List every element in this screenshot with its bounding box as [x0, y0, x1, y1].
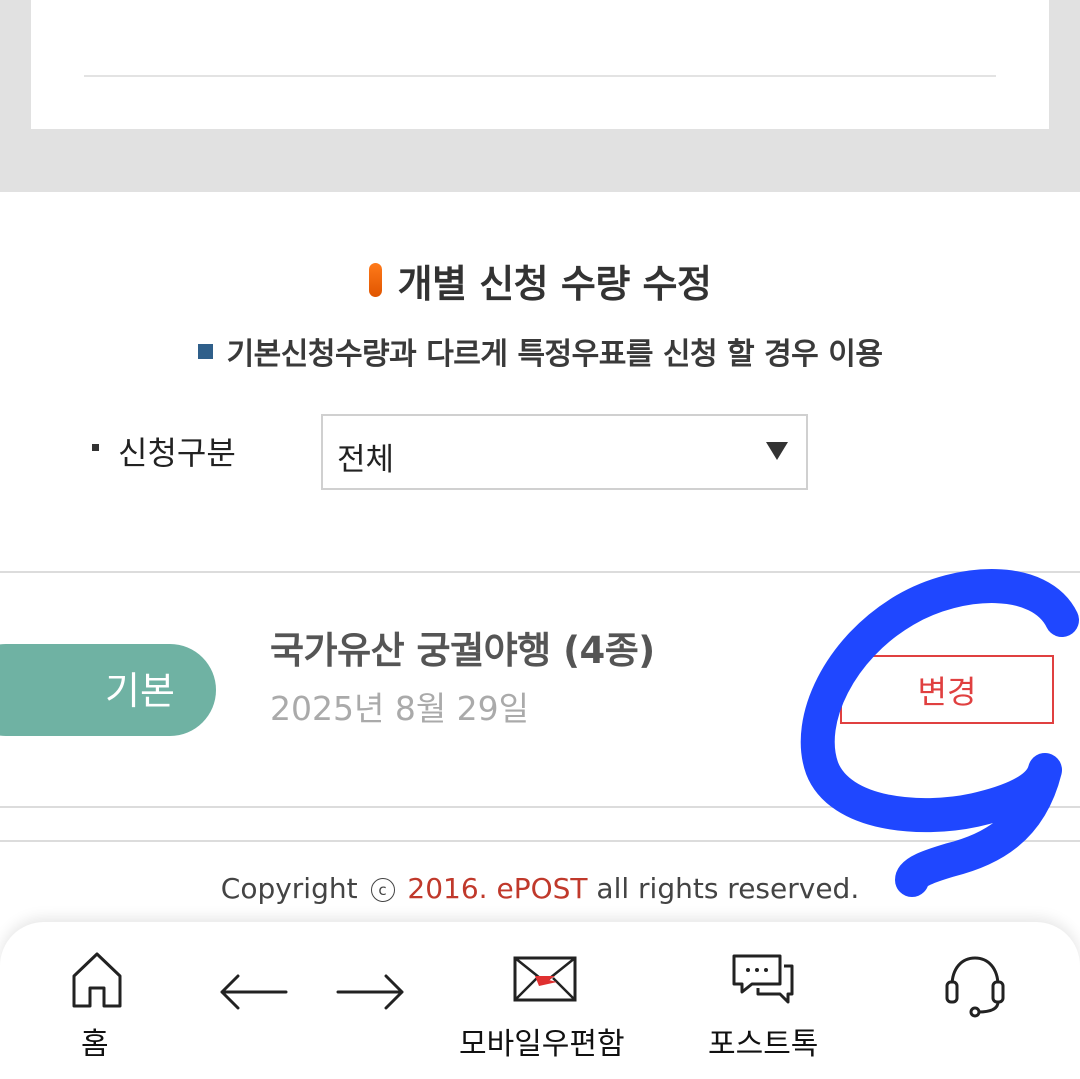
section-note: 기본신청수량과 다르게 특정우표를 신청 할 경우 이용 [0, 328, 1080, 374]
top-card [31, 0, 1049, 129]
headset-icon [945, 956, 1005, 1018]
nav-back[interactable] [212, 962, 292, 1022]
stamp-title: 국가유산 궁궐야행 (4종) [270, 629, 655, 672]
title-marker [368, 263, 382, 297]
dropdown-arrow-icon [766, 442, 788, 460]
back-arrow-icon [220, 974, 288, 1010]
note-bullet [197, 343, 213, 359]
issue-date: 2025년 8월 29일 [270, 689, 530, 728]
bottom-navigation: 홈 모바일우편함 포스트톡 [0, 922, 1080, 1079]
divider [0, 571, 1080, 573]
forward-arrow-icon [336, 974, 404, 1010]
request-type-select[interactable]: 전체 [321, 414, 808, 490]
select-value: 전체 [337, 442, 395, 478]
chat-icon [732, 954, 794, 1004]
nav-support[interactable] [930, 942, 1020, 1032]
filter-bullet [92, 444, 99, 451]
badge-label: 기본 [105, 669, 175, 713]
nav-mailbox[interactable]: 모바일우편함 [455, 922, 635, 1079]
copyright-year: 2016. ePOST [407, 872, 588, 905]
nav-mailbox-label: 모바일우편함 [459, 1027, 625, 1062]
copyright-prefix: Copyright [220, 872, 358, 905]
home-icon [72, 952, 122, 1008]
nav-home-label: 홈 [81, 1027, 109, 1062]
copyright-icon: c [370, 878, 395, 902]
nav-home[interactable]: 홈 [50, 922, 145, 1079]
nav-posttalk-label: 포스트톡 [708, 1027, 819, 1062]
mail-icon [513, 956, 577, 1002]
copyright-suffix: all rights reserved. [596, 872, 860, 905]
nav-posttalk[interactable]: 포스트톡 [700, 922, 830, 1079]
section-header: 개별 신청 수량 수정 [0, 252, 1080, 308]
divider [0, 840, 1080, 842]
top-card-divider [84, 75, 996, 77]
filter-label: 신청구분 [118, 434, 236, 472]
note-text: 기본신청수량과 다르게 특정우표를 신청 할 경우 이용 [226, 337, 883, 372]
section-title: 개별 신청 수량 수정 [397, 261, 712, 306]
copyright-footer: Copyright c 2016. ePOST all rights reser… [0, 872, 1080, 905]
divider [0, 806, 1080, 808]
change-button[interactable]: 변경 [840, 655, 1054, 724]
nav-forward[interactable] [332, 962, 412, 1022]
